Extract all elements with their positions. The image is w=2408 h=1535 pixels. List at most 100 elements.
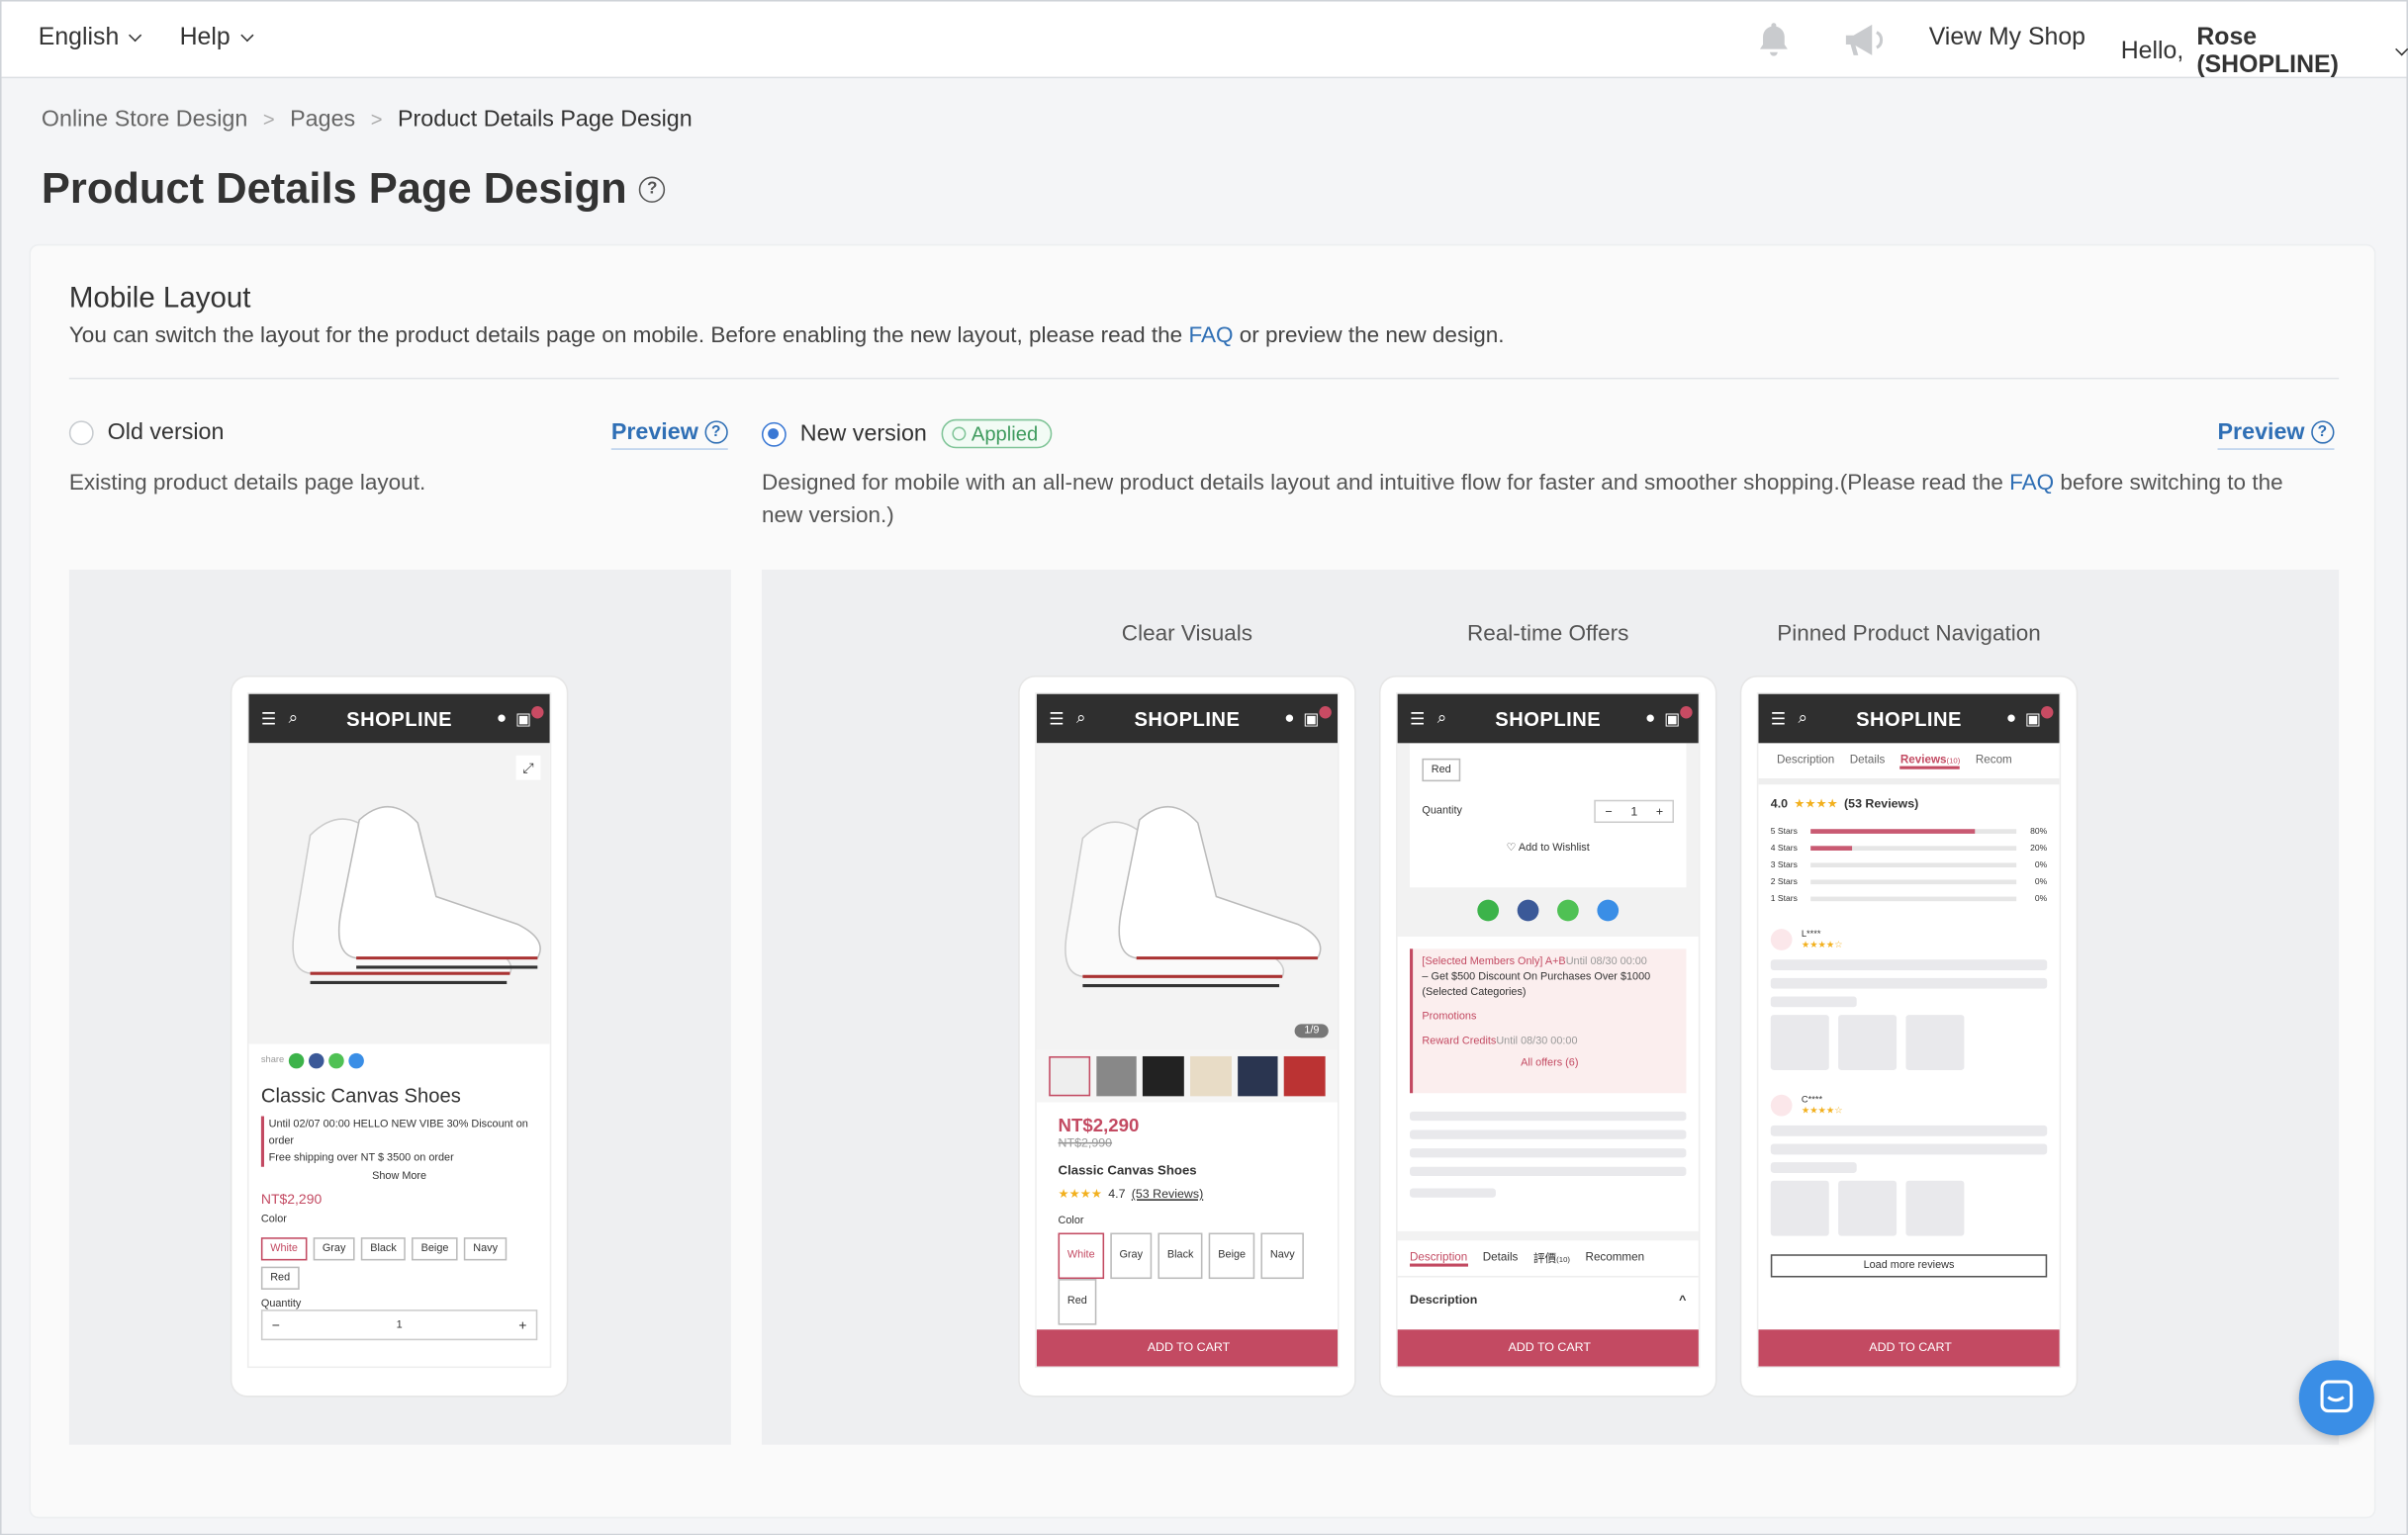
bell-icon[interactable] <box>1755 20 1792 59</box>
new-desc-text: Designed for mobile with an all-new prod… <box>761 471 2010 497</box>
cart-icon: ▣ <box>1303 709 1320 729</box>
review-score: 4.0 <box>1770 796 1789 811</box>
old-preview-area: ☰ ⌕ SHOPLINE ● ▣ ⤢ share Classic Canvas … <box>68 569 731 1445</box>
color-label: Color <box>1058 1216 1084 1227</box>
old-phone-screen: ☰ ⌕ SHOPLINE ● ▣ ⤢ share Classic Canvas … <box>246 692 552 1369</box>
search-icon: ⌕ <box>1075 708 1086 728</box>
greeting-prefix: Hello, <box>2120 38 2191 65</box>
color-chip: White <box>260 1237 308 1261</box>
phone-screen: ☰ ⌕ SHOPLINE ● ▣ 1/9 NT$2,290 NT$2,990 C… <box>1035 692 1340 1369</box>
breadcrumb-item-online-store-design[interactable]: Online Store Design <box>42 106 247 132</box>
old-version-label: Old version <box>107 418 225 446</box>
reward-credits-label: Reward Credits <box>1422 1036 1497 1047</box>
rating-row-pct: 80% <box>2030 826 2048 837</box>
facebook-icon <box>309 1052 324 1069</box>
review-item: C**** ★★★★☆ <box>1770 1094 2047 1117</box>
show-more: Show More <box>372 1171 427 1183</box>
review-item: L**** ★★★★☆ <box>1770 929 2047 950</box>
help-icon[interactable]: ? <box>639 175 666 203</box>
page-title-text: Product Details Page Design <box>41 164 627 213</box>
divider <box>68 377 2340 380</box>
cart-count-badge <box>1319 706 1332 719</box>
phone-pinned-navigation: ☰ ⌕ SHOPLINE ● ▣ Description Details Revi… <box>1741 677 2077 1397</box>
phone-header: ☰ ⌕ SHOPLINE ● ▣ <box>248 693 550 744</box>
skeleton-line <box>1770 1143 2048 1155</box>
rating-bar <box>1810 829 2017 834</box>
old-version-option[interactable]: Old version <box>68 418 225 446</box>
offer-box: [Selected Members Only] A+BUntil 08/30 0… <box>1410 948 1687 1094</box>
stars-icon: ★★★★ <box>1794 796 1838 811</box>
old-preview-link[interactable]: Preview? <box>610 419 728 450</box>
old-version-radio[interactable] <box>68 419 94 445</box>
mobile-layout-panel: Mobile Layout You can switch the layout … <box>29 243 2376 1519</box>
facebook-icon <box>1517 899 1539 922</box>
faq-link[interactable]: FAQ <box>1188 324 1233 349</box>
color-chip: Red <box>260 1266 300 1290</box>
color-chip: Black <box>360 1237 407 1261</box>
tab-description: Description <box>1410 1250 1468 1267</box>
minus-icon: − <box>271 1316 280 1333</box>
help-icon: ? <box>704 420 728 444</box>
qty-value: 1 <box>1630 804 1638 819</box>
add-to-cart-bar: ADD TO CART <box>1758 1329 2060 1367</box>
quantity-stepper: − 1 + <box>1594 799 1675 824</box>
phone-screen: ☰ ⌕ SHOPLINE ● ▣ Description Details Revi… <box>1756 692 2062 1369</box>
skeleton-line <box>1410 1148 1687 1158</box>
tab-reviews: 評價(10) <box>1533 1250 1570 1267</box>
tab-recommend: Recommen <box>1585 1249 1645 1264</box>
rating-bar <box>1810 896 2017 902</box>
quantity-row: Quantity − 1 + <box>1422 799 1675 824</box>
price: NT$2,290 <box>260 1191 323 1208</box>
section-title: Mobile Layout <box>68 282 251 316</box>
new-version-option[interactable]: New version Applied <box>761 418 1053 449</box>
link-icon <box>348 1052 364 1069</box>
rating-row: 1 Stars 0% <box>1771 890 2047 907</box>
share-label: share <box>260 1055 285 1066</box>
plus-icon: + <box>1655 804 1664 819</box>
user-menu[interactable]: Hello, Rose (SHOPLINE) <box>2120 25 2408 80</box>
new-preview-link[interactable]: Preview? <box>2217 419 2335 450</box>
skeleton-image <box>1905 1180 1965 1236</box>
caption-pinned-navigation: Pinned Product Navigation <box>1777 621 2041 647</box>
color-chip: Beige <box>412 1237 458 1261</box>
product-info: share Classic Canvas Shoes Until 02/07 0… <box>248 1044 549 1350</box>
line-icon <box>1477 899 1500 922</box>
menu-icon: ☰ <box>1410 709 1426 729</box>
search-icon: ⌕ <box>1436 708 1447 728</box>
product-image: ⤢ <box>248 743 550 1044</box>
cart-count-badge <box>1680 706 1693 719</box>
help-dropdown[interactable]: Help <box>180 25 254 52</box>
reviewer-name: C**** <box>1801 1095 1823 1105</box>
qty-value: 1 <box>396 1319 403 1331</box>
skeleton-line <box>1770 996 1857 1008</box>
new-faq-link[interactable]: FAQ <box>2009 472 2054 497</box>
view-my-shop-link[interactable]: View My Shop <box>1929 25 2085 52</box>
rating-row: 5 Stars 80% <box>1771 823 2047 840</box>
rating-row-pct: 20% <box>2030 843 2048 854</box>
skeleton-image <box>1838 1180 1898 1236</box>
skeleton-line <box>1410 1111 1687 1122</box>
color-chip: Gray <box>313 1237 355 1261</box>
avatar <box>1770 1094 1793 1117</box>
breadcrumb-item-pages[interactable]: Pages <box>290 106 355 132</box>
color-chip: Beige <box>1208 1232 1255 1280</box>
rating-value: 4.7 <box>1108 1186 1126 1201</box>
chevron-down-icon <box>2395 43 2408 56</box>
quantity-label: Quantity <box>1422 805 1462 817</box>
caption-realtime-offers: Real-time Offers <box>1466 621 1629 647</box>
megaphone-icon[interactable] <box>1841 20 1884 59</box>
cart-icon: ▣ <box>1664 709 1681 729</box>
menu-icon: ☰ <box>1770 709 1787 729</box>
load-more-button: Load more reviews <box>1770 1254 2048 1278</box>
cart-icon: ▣ <box>514 709 532 729</box>
new-version-radio[interactable] <box>761 421 787 446</box>
quantity-stepper: − 1 + <box>260 1309 538 1341</box>
rating-row-label: 5 Stars <box>1770 826 1798 837</box>
chat-launcher-button[interactable] <box>2298 1360 2374 1436</box>
user-icon: ● <box>1284 709 1295 728</box>
skeleton-line <box>1770 1162 1857 1173</box>
app-root: English Help View My Shop Hello, Rose (S… <box>0 0 2408 1535</box>
description-title: Description <box>1410 1293 1478 1308</box>
language-dropdown[interactable]: English <box>39 25 142 52</box>
page-title: Product Details Page Design ? <box>42 164 666 214</box>
